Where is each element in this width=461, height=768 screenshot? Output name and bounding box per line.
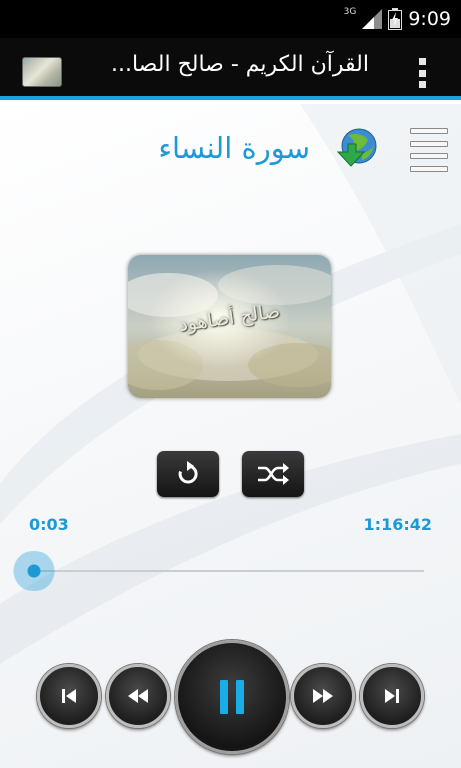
- overflow-menu-icon[interactable]: [417, 58, 427, 88]
- signal-icon: [362, 9, 383, 29]
- reciter-cover-image: صالح أصاهود: [128, 255, 331, 398]
- app-icon[interactable]: [22, 57, 62, 87]
- surah-title: سورة النساء: [158, 131, 310, 165]
- skip-previous-icon: [62, 689, 76, 703]
- rewind-icon: [128, 689, 148, 703]
- status-time: 9:09: [408, 8, 451, 30]
- next-track-button[interactable]: [360, 664, 424, 728]
- skip-next-icon: [385, 689, 399, 703]
- repeat-icon: [178, 461, 198, 484]
- seek-bar[interactable]: [38, 570, 424, 572]
- network-type: 3G: [343, 7, 357, 17]
- action-bar: القرآن الكريم - صالح الصا...: [0, 38, 461, 100]
- pause-icon: [220, 680, 244, 714]
- total-duration: 1:16:42: [363, 515, 432, 534]
- globe-download-icon[interactable]: [334, 126, 380, 172]
- player-screen: سورة النساء صالح أصاهود 0:03 1:16:42: [0, 104, 461, 768]
- seek-thumb[interactable]: [10, 551, 58, 591]
- repeat-button[interactable]: [157, 451, 219, 497]
- status-bar: 3G 9:09: [0, 0, 461, 38]
- elapsed-time: 0:03: [29, 515, 69, 534]
- shuffle-icon: [258, 463, 289, 485]
- previous-track-button[interactable]: [37, 664, 101, 728]
- shuffle-button[interactable]: [242, 451, 304, 497]
- menu-icon[interactable]: [410, 128, 448, 172]
- app-title: القرآن الكريم - صالح الصا...: [111, 52, 369, 77]
- pause-button[interactable]: [175, 640, 289, 754]
- rewind-button[interactable]: [106, 664, 170, 728]
- fast-forward-button[interactable]: [291, 664, 355, 728]
- battery-icon: [388, 8, 403, 30]
- fast-forward-icon: [313, 689, 333, 703]
